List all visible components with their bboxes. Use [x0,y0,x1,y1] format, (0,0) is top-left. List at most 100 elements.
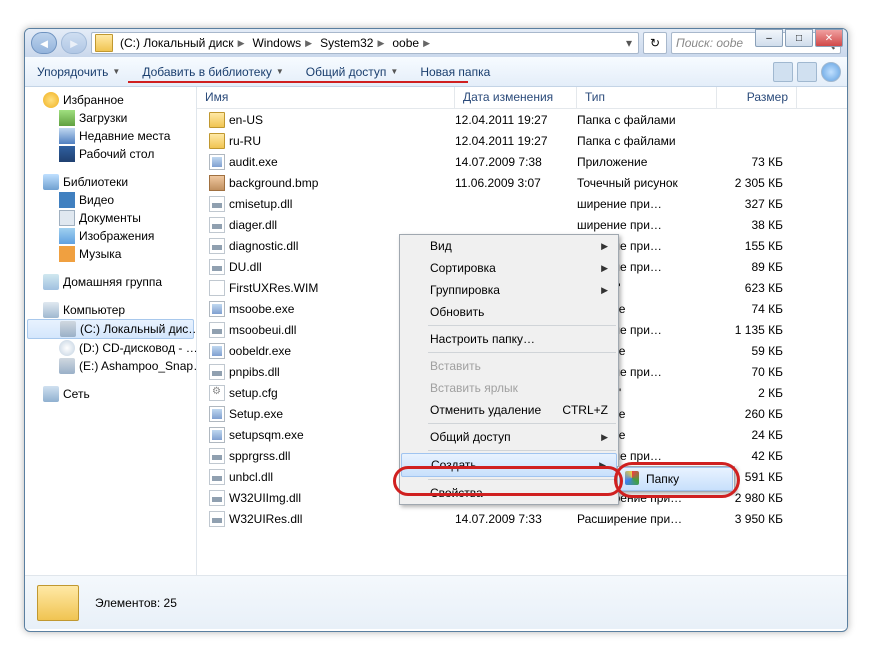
file-row[interactable]: ru-RU 12.04.2011 19:27Папка с файлами [197,130,847,151]
label: Сеть [63,387,90,401]
maximize-button[interactable]: □ [785,29,813,47]
organize-menu[interactable]: Упорядочить▼ [31,63,126,81]
nav-network[interactable]: Сеть [25,385,196,403]
label: Папку [646,472,679,486]
nav-downloads[interactable]: Загрузки [25,109,196,127]
file-name: DU.dll [229,260,262,274]
file-row[interactable]: cmisetup.dllширение при…327 КБ [197,193,847,214]
breadcrumb-windows[interactable]: Windows▶ [248,33,316,53]
label: Добавить в библиотеку [142,65,272,79]
file-date: 12.04.2011 19:27 [455,134,577,148]
ctx-share[interactable]: Общий доступ▶ [400,426,618,448]
address-bar[interactable]: (C:) Локальный диск▶ Windows▶ System32▶ … [91,32,639,54]
label: Свойства [430,486,483,500]
breadcrumb-oobe[interactable]: oobe▶ [388,33,434,53]
nav-documents[interactable]: Документы [25,209,196,227]
minimize-button[interactable]: – [755,29,783,47]
file-icon [209,385,225,401]
nav-back-button[interactable]: ◄ [31,32,57,54]
disk-icon [59,358,75,374]
breadcrumb-c[interactable]: (C:) Локальный диск▶ [116,33,248,53]
file-type: ширение при… [577,197,717,211]
disk-icon [60,321,76,337]
address-dropdown[interactable]: ▾ [620,36,638,50]
file-icon [209,427,225,443]
ctx-group[interactable]: Группировка▶ [400,279,618,301]
nav-favorites[interactable]: Избранное [25,91,196,109]
help-button[interactable] [821,62,841,82]
ctx-create[interactable]: Создать▶ [401,453,617,477]
file-size: 70 КБ [717,365,797,379]
nav-libraries[interactable]: Библиотеки [25,173,196,191]
computer-icon [43,302,59,318]
ctx-properties[interactable]: Свойства [400,482,618,504]
file-icon [209,175,225,191]
file-row[interactable]: en-US12.04.2011 19:27Папка с файлами [197,109,847,130]
file-icon [209,469,225,485]
file-name: cmisetup.dll [229,197,292,211]
preview-pane-button[interactable] [797,62,817,82]
file-icon [209,511,225,527]
nav-forward-button[interactable]: ► [61,32,87,54]
ctx-create-folder[interactable]: Папку [619,467,733,491]
file-icon [209,343,225,359]
label: Рабочий стол [79,147,154,161]
nav-pictures[interactable]: Изображения [25,227,196,245]
file-name: pnpibs.dll [229,365,280,379]
file-size: 2 980 КБ [717,491,797,505]
file-name: oobeldr.exe [229,344,291,358]
file-icon [209,490,225,506]
annotation-underline [128,81,468,83]
nav-videos[interactable]: Видео [25,191,196,209]
file-date: 14.07.2009 7:38 [455,155,577,169]
nav-computer[interactable]: Компьютер [25,301,196,319]
ctx-refresh[interactable]: Обновить [400,301,618,323]
file-type: Точечный рисунок [577,176,717,190]
ctx-customize-folder[interactable]: Настроить папку… [400,328,618,350]
ctx-view[interactable]: Вид▶ [400,235,618,257]
nav-homegroup[interactable]: Домашняя группа [25,273,196,291]
file-icon [209,301,225,317]
ctx-undo-delete[interactable]: Отменить удалениеCTRL+Z [400,399,618,421]
file-row[interactable]: diager.dllширение при…38 КБ [197,214,847,235]
file-icon [209,196,225,212]
file-row[interactable]: audit.exe14.07.2009 7:38Приложение73 КБ [197,151,847,172]
breadcrumb-system32[interactable]: System32▶ [316,33,388,53]
file-name: audit.exe [229,155,278,169]
label: Создать [431,458,477,472]
nav-drive-d[interactable]: (D:) CD-дисковод - … [25,339,196,357]
network-icon [43,386,59,402]
label: Вид [430,239,452,253]
col-size[interactable]: Размер [717,87,797,108]
file-row[interactable]: W32UIRes.dll14.07.2009 7:33Расширение пр… [197,508,847,529]
nav-recent-places[interactable]: Недавние места [25,127,196,145]
label: Упорядочить [37,65,108,79]
file-size: 73 КБ [717,155,797,169]
label: Новая папка [420,65,490,79]
label: Отменить удаление [430,403,541,417]
nav-drive-c[interactable]: (C:) Локальный дис… [27,319,194,339]
ctx-sort[interactable]: Сортировка▶ [400,257,618,279]
close-button[interactable]: ✕ [815,29,843,47]
new-folder-button[interactable]: Новая папка [414,63,496,81]
file-type: Папка с файлами [577,134,717,148]
col-name[interactable]: Имя [197,87,455,108]
file-name: ru-RU [229,134,261,148]
nav-music[interactable]: Музыка [25,245,196,263]
view-mode-button[interactable] [773,62,793,82]
nav-drive-e[interactable]: (E:) Ashampoo_Snap… [25,357,196,375]
context-submenu-create: Папку [617,466,735,492]
label: Группировка [430,283,500,297]
add-to-library-menu[interactable]: Добавить в библиотеку▼ [136,63,289,81]
col-type[interactable]: Тип [577,87,717,108]
share-menu[interactable]: Общий доступ▼ [300,63,405,81]
label: Вставить [430,359,481,373]
col-date[interactable]: Дата изменения [455,87,577,108]
file-icon [209,217,225,233]
refresh-button[interactable]: ↻ [643,32,667,54]
file-size: 623 КБ [717,281,797,295]
column-headers: Имя Дата изменения Тип Размер [197,87,847,109]
file-row[interactable]: background.bmp11.06.2009 3:07Точечный ри… [197,172,847,193]
nav-desktop[interactable]: Рабочий стол [25,145,196,163]
search-placeholder: Поиск: oobe [676,36,743,50]
